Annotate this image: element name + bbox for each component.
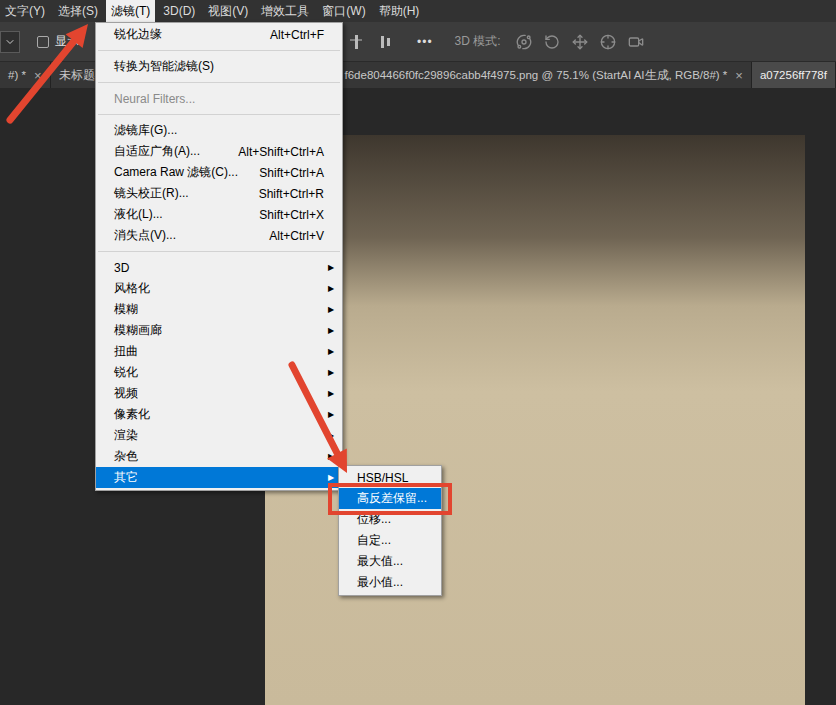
menu-shortcut: Alt+Ctrl+V <box>269 229 324 243</box>
menu-title[interactable]: 选择(S) <box>53 0 103 22</box>
menu-item[interactable]: 其它▶ <box>96 467 342 488</box>
tab-close-button[interactable]: × <box>34 68 42 83</box>
menu-item[interactable]: 模糊画廊▶ <box>96 320 342 341</box>
menu-title[interactable]: 视图(V) <box>203 0 253 22</box>
submenu-item[interactable]: 位移... <box>339 509 441 530</box>
submenu-arrow: ▶ <box>324 326 338 335</box>
slide-icon[interactable] <box>600 34 616 50</box>
menu-item[interactable]: 模糊▶ <box>96 299 342 320</box>
submenu-arrow: ▶ <box>324 263 338 272</box>
menu-item[interactable]: 像素化▶ <box>96 404 342 425</box>
submenu-arrow: ▶ <box>324 410 338 419</box>
menu-shortcut: Shift+Ctrl+R <box>259 187 324 201</box>
drag-icon[interactable] <box>572 34 588 50</box>
show-checkbox-row[interactable]: 显示 <box>37 33 79 50</box>
menu-item[interactable]: 锐化▶ <box>96 362 342 383</box>
submenu-arrow: ▶ <box>324 389 338 398</box>
3d-mode-icons <box>516 34 644 50</box>
filter-menu: 锐化边缘Alt+Ctrl+F 转换为智能滤镜(S) Neural Filters..… <box>95 22 343 491</box>
red-arrow-icon <box>10 24 88 120</box>
roll-icon[interactable] <box>544 34 560 50</box>
submenu-arrow: ▶ <box>324 452 338 461</box>
3d-mode-label: 3D 模式: <box>455 33 501 50</box>
menu-item[interactable]: Camera Raw 滤镜(C)...Shift+Ctrl+A <box>96 162 342 183</box>
menu-item[interactable]: 扭曲▶ <box>96 341 342 362</box>
menu-shortcut: Shift+Ctrl+X <box>259 208 324 222</box>
align-horizontal-icon[interactable] <box>349 34 363 50</box>
submenu-arrow: ▶ <box>324 473 338 482</box>
menu-item[interactable]: 视频▶ <box>96 383 342 404</box>
menu-separator <box>96 109 342 120</box>
tab-label: f6de804466f0fc29896cabb4f4975.png @ 75.1… <box>345 68 728 83</box>
menu-shortcut: Alt+Shift+Ctrl+A <box>238 145 324 159</box>
menu-separator <box>96 246 342 257</box>
tab-label: a07256ff778f <box>760 69 827 81</box>
menu-title[interactable]: 窗口(W) <box>317 0 370 22</box>
menu-item[interactable]: 锐化边缘Alt+Ctrl+F <box>96 24 342 45</box>
checkbox[interactable] <box>37 36 49 48</box>
chevron-down-icon <box>4 36 16 48</box>
red-arrow-icon <box>292 365 347 473</box>
tab-label: 未标题- <box>59 68 99 83</box>
menu-title[interactable]: 帮助(H) <box>374 0 425 22</box>
submenu-item[interactable]: 最大值... <box>339 551 441 572</box>
menu-bar: 文字(Y)选择(S)滤镜(T)3D(D)视图(V)增效工具窗口(W)帮助(H) <box>0 0 836 22</box>
tab-close-button[interactable]: × <box>735 68 743 83</box>
highlight-box <box>330 485 450 513</box>
menu-item[interactable]: 转换为智能滤镜(S) <box>96 56 342 77</box>
menu-item[interactable]: 自适应广角(A)...Alt+Shift+Ctrl+A <box>96 141 342 162</box>
menu-item[interactable]: 消失点(V)...Alt+Ctrl+V <box>96 225 342 246</box>
submenu-arrow: ▶ <box>324 431 338 440</box>
menu-item[interactable]: 镜头校正(R)...Shift+Ctrl+R <box>96 183 342 204</box>
document-tab[interactable]: #) * × <box>0 62 51 88</box>
menu-item[interactable]: 液化(L)...Shift+Ctrl+X <box>96 204 342 225</box>
tool-preset-dropdown[interactable] <box>0 31 20 53</box>
align-group <box>349 34 393 50</box>
document-tab[interactable]: a07256ff778f <box>752 62 836 88</box>
submenu-item[interactable]: HSB/HSL <box>339 467 441 488</box>
photo <box>265 135 805 705</box>
menu-item[interactable]: 风格化▶ <box>96 278 342 299</box>
menu-title[interactable]: 3D(D) <box>158 0 200 22</box>
submenu-item[interactable]: 最小值... <box>339 572 441 593</box>
menu-item[interactable]: 渲染▶ <box>96 425 342 446</box>
more-button[interactable]: ••• <box>417 35 433 49</box>
checkbox-label: 显示 <box>55 33 79 50</box>
menu-item[interactable]: 3D▶ <box>96 257 342 278</box>
camera-icon[interactable] <box>628 34 644 50</box>
menu-shortcut: Alt+Ctrl+F <box>270 28 324 42</box>
align-vertical-icon[interactable] <box>379 34 393 50</box>
orbit-icon[interactable] <box>516 34 532 50</box>
menu-title[interactable]: 文字(Y) <box>0 0 50 22</box>
submenu-item[interactable]: 自定... <box>339 530 441 551</box>
menu-item[interactable]: 滤镜库(G)... <box>96 120 342 141</box>
submenu-arrow: ▶ <box>324 284 338 293</box>
menu-separator <box>96 45 342 56</box>
submenu-item[interactable]: 高反差保留... <box>339 488 441 509</box>
other-submenu: HSB/HSL高反差保留...位移...自定...最大值...最小值... <box>338 465 442 596</box>
tab-label: #) * <box>8 69 26 81</box>
menu-item[interactable]: 杂色▶ <box>96 446 342 467</box>
menu-item[interactable]: Neural Filters... <box>96 88 342 109</box>
menu-title[interactable]: 滤镜(T) <box>106 0 155 22</box>
menu-title[interactable]: 增效工具 <box>256 0 314 22</box>
menu-shortcut: Shift+Ctrl+A <box>259 166 324 180</box>
submenu-arrow: ▶ <box>324 305 338 314</box>
submenu-arrow: ▶ <box>324 347 338 356</box>
menu-separator <box>96 77 342 88</box>
document-tab[interactable]: f6de804466f0fc29896cabb4f4975.png @ 75.1… <box>337 62 752 88</box>
photoshop-window: 文字(Y)选择(S)滤镜(T)3D(D)视图(V)增效工具窗口(W)帮助(H) 显… <box>0 0 836 705</box>
submenu-arrow: ▶ <box>324 368 338 377</box>
